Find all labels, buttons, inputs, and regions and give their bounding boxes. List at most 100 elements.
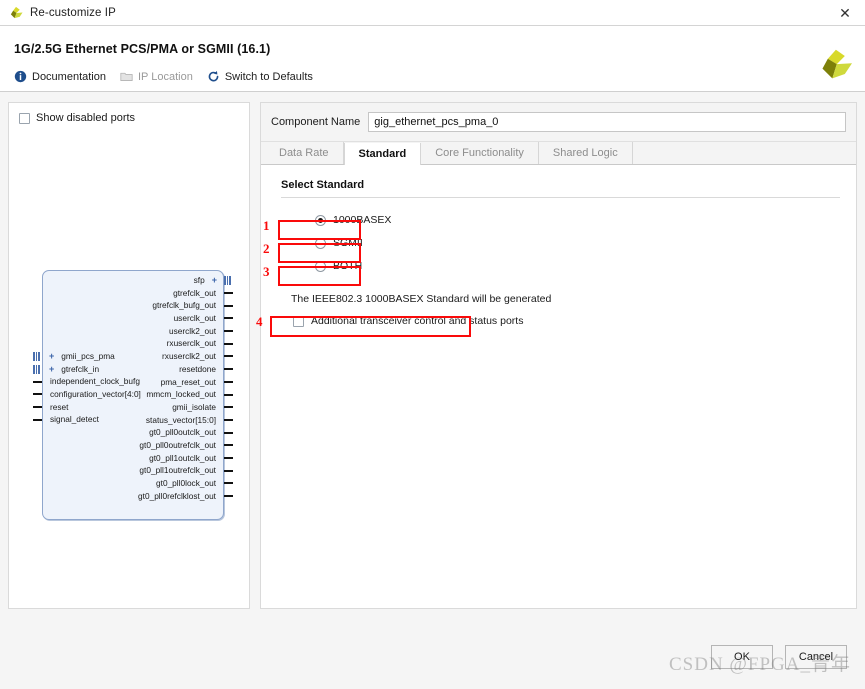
port-label: mmcm_locked_out bbox=[146, 389, 216, 400]
port-stub bbox=[33, 351, 42, 361]
tab-shared-logic[interactable]: Shared Logic bbox=[538, 142, 633, 164]
signal-pin-icon bbox=[224, 355, 233, 358]
port-stub bbox=[224, 444, 233, 447]
port-label: gt0_pll0lock_out bbox=[156, 478, 216, 488]
port-stub bbox=[224, 275, 233, 285]
port-label: gtrefclk_in bbox=[61, 363, 100, 374]
annotation-number-3: 3 bbox=[263, 264, 270, 279]
tab-standard[interactable]: Standard bbox=[343, 143, 422, 165]
tab-data-rate[interactable]: Data Rate bbox=[265, 142, 344, 164]
port-label: status_vector[15:0] bbox=[145, 414, 216, 425]
signal-pin-icon bbox=[224, 342, 233, 345]
switch-to-defaults-button[interactable]: Switch to Defaults bbox=[207, 70, 313, 83]
documentation-label: Documentation bbox=[32, 70, 106, 83]
port-right: gt0_pll1outrefclk_out bbox=[134, 464, 233, 477]
tab-core-functionality[interactable]: Core Functionality bbox=[421, 142, 539, 164]
port-stub bbox=[224, 292, 233, 295]
port-stub bbox=[224, 368, 233, 371]
port-right: gtrefclk_bufg_out bbox=[134, 299, 233, 312]
bus-pin-icon bbox=[33, 364, 42, 374]
port-stub bbox=[224, 380, 233, 383]
port-label: gt0_pll1outrefclk_out bbox=[139, 465, 216, 476]
signal-pin-icon bbox=[33, 406, 42, 409]
radio-label-sgmii: SGMII bbox=[333, 237, 363, 249]
port-left[interactable]: + gmii_pcs_pma bbox=[33, 350, 145, 363]
additional-ports-checkbox[interactable] bbox=[293, 315, 304, 327]
port-right[interactable]: sfp + bbox=[134, 274, 231, 287]
port-stub bbox=[224, 418, 233, 421]
radio-label-both: BOTH bbox=[333, 260, 363, 272]
standard-note: The IEEE802.3 1000BASEX Standard will be… bbox=[291, 293, 552, 305]
signal-pin-icon bbox=[224, 495, 233, 498]
documentation-button[interactable]: Documentation bbox=[14, 70, 106, 83]
window-title: Re-customize IP bbox=[30, 6, 116, 19]
annotation-number-2: 2 bbox=[263, 241, 270, 256]
ip-ports-left: + gmii_pcs_pma + gtrefclk_in independent_clo… bbox=[33, 350, 145, 426]
port-label: sfp bbox=[193, 275, 205, 285]
bus-pin-icon bbox=[33, 351, 42, 361]
port-right: userclk_out bbox=[134, 312, 233, 325]
expand-icon[interactable]: + bbox=[49, 363, 54, 376]
section-title: Select Standard bbox=[281, 179, 365, 191]
section-divider bbox=[281, 197, 840, 198]
cancel-button[interactable]: Cancel bbox=[785, 645, 847, 669]
bus-pin-icon bbox=[224, 275, 233, 285]
additional-ports-label: Additional transceiver control and statu… bbox=[311, 315, 524, 327]
signal-pin-icon bbox=[224, 317, 233, 320]
port-left: signal_detect bbox=[33, 413, 145, 426]
port-stub bbox=[224, 495, 233, 498]
expand-icon[interactable]: + bbox=[212, 274, 217, 287]
page-title: 1G/2.5G Ethernet PCS/PMA or SGMII (16.1) bbox=[14, 42, 271, 56]
additional-ports-row[interactable]: Additional transceiver control and statu… bbox=[277, 313, 840, 329]
port-right: rxuserclk_out bbox=[134, 337, 233, 350]
port-stub bbox=[224, 431, 233, 434]
ip-location-button[interactable]: IP Location bbox=[120, 70, 193, 83]
ip-location-label: IP Location bbox=[138, 70, 193, 83]
expand-icon[interactable]: + bbox=[49, 350, 54, 363]
radio-both[interactable] bbox=[315, 260, 326, 272]
port-right: resetdone bbox=[134, 363, 233, 376]
port-stub bbox=[224, 482, 233, 485]
radio-1000basex[interactable] bbox=[315, 214, 326, 226]
ok-button[interactable]: OK bbox=[711, 645, 773, 669]
radio-row-sgmii[interactable]: SGMII bbox=[305, 235, 395, 251]
port-left: configuration_vector[4:0] bbox=[33, 388, 145, 401]
ip-config-panel: Component Name Data RateStandardCore Fun… bbox=[256, 102, 857, 609]
show-disabled-ports-checkbox[interactable] bbox=[19, 112, 30, 124]
port-stub bbox=[224, 330, 233, 333]
component-name-input[interactable] bbox=[368, 112, 846, 132]
switch-to-defaults-label: Switch to Defaults bbox=[224, 70, 313, 83]
signal-pin-icon bbox=[33, 380, 42, 383]
port-label: independent_clock_bufg bbox=[50, 376, 140, 387]
standard-tab-content: Select Standard 1000BASEX SGMII BOTH The I… bbox=[256, 165, 856, 608]
folder-icon bbox=[120, 72, 133, 81]
port-stub bbox=[224, 406, 233, 409]
port-left[interactable]: + gtrefclk_in bbox=[33, 363, 145, 376]
port-right: userclk2_out bbox=[134, 325, 233, 338]
port-right: rxuserclk2_out bbox=[134, 350, 233, 363]
signal-pin-icon bbox=[224, 431, 233, 434]
show-disabled-ports-row[interactable]: Show disabled ports bbox=[9, 103, 249, 124]
radio-label-1000basex: 1000BASEX bbox=[333, 214, 392, 226]
close-icon[interactable]: ✕ bbox=[825, 0, 865, 25]
radio-row-both[interactable]: BOTH bbox=[305, 258, 395, 274]
dialog-body: Show disabled ports + gmii_pcs_pma + gtrefc… bbox=[0, 92, 865, 641]
port-stub bbox=[224, 393, 233, 396]
radio-sgmii[interactable] bbox=[315, 237, 326, 249]
show-disabled-ports-label: Show disabled ports bbox=[36, 112, 136, 124]
port-right: gt0_pll0refclklost_out bbox=[134, 490, 233, 503]
port-stub bbox=[33, 364, 42, 374]
port-label: gmii_isolate bbox=[172, 401, 216, 412]
port-stub bbox=[224, 317, 233, 320]
port-label: userclk_out bbox=[173, 313, 216, 324]
port-stub bbox=[224, 342, 233, 345]
port-label: gtrefclk_bufg_out bbox=[152, 300, 216, 311]
radio-row-1000basex[interactable]: 1000BASEX bbox=[305, 212, 395, 228]
dialog-header: 1G/2.5G Ethernet PCS/PMA or SGMII (16.1)… bbox=[0, 26, 865, 92]
component-name-label: Component Name bbox=[271, 116, 361, 128]
signal-pin-icon bbox=[33, 418, 42, 421]
port-label: configuration_vector[4:0] bbox=[50, 389, 141, 400]
signal-pin-icon bbox=[224, 418, 233, 421]
port-right: gt0_pll0outrefclk_out bbox=[134, 439, 233, 452]
port-right: pma_reset_out bbox=[134, 376, 233, 389]
